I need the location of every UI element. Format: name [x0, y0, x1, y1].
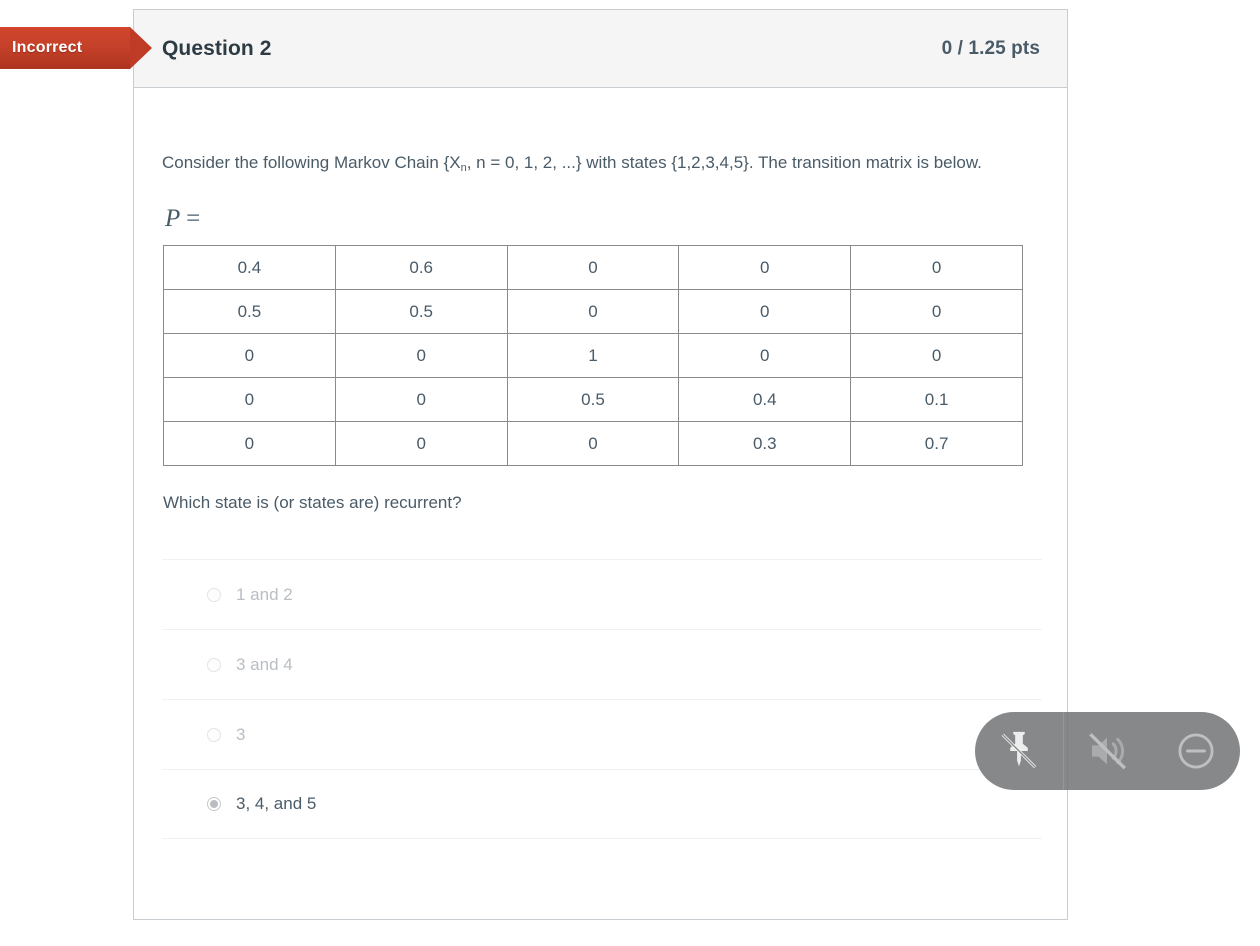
matrix-cell: 0	[506, 245, 680, 291]
matrix-cell: 0.7	[850, 421, 1023, 467]
matrix-row: 0.5 0.5 0 0 0	[163, 289, 1023, 335]
matrix-cell: 0.5	[163, 289, 336, 335]
sub-question-text: Which state is (or states are) recurrent…	[163, 493, 462, 513]
radio-button[interactable]	[207, 727, 221, 742]
matrix-cell: 0	[678, 333, 852, 379]
points-display: 0 / 1.25 pts	[941, 37, 1040, 59]
matrix-cell: 0.3	[678, 421, 852, 467]
status-badge-label: Incorrect	[12, 39, 83, 56]
matrix-label: P =	[165, 205, 1039, 233]
mute-button[interactable]	[1064, 712, 1152, 790]
matrix-cell: 0	[678, 245, 852, 291]
question-prompt: Consider the following Markov Chain {Xn,…	[162, 148, 1022, 177]
matrix-cell: 0	[850, 289, 1023, 335]
matrix-cell: 0	[334, 377, 508, 423]
answer-option[interactable]: 1 and 2	[162, 559, 1042, 629]
answer-option-label: 3 and 4	[236, 654, 293, 674]
matrix-cell: 0.1	[850, 377, 1023, 423]
floating-overlay-toolbar[interactable]	[975, 712, 1240, 790]
matrix-row: 0 0 0 0.3 0.7	[163, 421, 1023, 467]
page-title: Question 2	[162, 36, 272, 60]
matrix-cell: 0.5	[334, 289, 508, 335]
prompt-text-part1: Consider the following Markov Chain {X	[162, 153, 461, 172]
question-header: Question 2 0 / 1.25 pts	[134, 10, 1067, 88]
radio-button[interactable]	[207, 587, 221, 602]
answer-option[interactable]: 3, 4, and 5	[162, 769, 1042, 840]
transition-matrix-table: 0.4 0.6 0 0 0 0.5 0.5 0 0 0 0 0 1 0 0 0 0 0.5 0.4 0.1 0 0 0 0.3…	[163, 245, 1023, 467]
matrix-cell: 0	[163, 421, 336, 467]
matrix-cell: 0	[334, 421, 508, 467]
answer-option-label: 3, 4, and 5	[236, 794, 317, 814]
matrix-cell: 0	[506, 421, 680, 467]
answer-option-label: 1 and 2	[236, 584, 293, 604]
matrix-body: 0.4 0.6 0 0 0 0.5 0.5 0 0 0 0 0 1 0 0 0 0 0.5 0.4 0.1 0 0 0 0.3…	[163, 245, 1023, 467]
matrix-cell: 0	[163, 377, 336, 423]
answer-option-label: 3	[236, 724, 246, 744]
minimize-button[interactable]	[1152, 712, 1240, 790]
prompt-subscript: n	[460, 162, 467, 174]
matrix-cell: 0.4	[678, 377, 852, 423]
answer-option[interactable]: 3 and 4	[162, 629, 1042, 699]
status-badge-incorrect: Incorrect	[0, 27, 152, 69]
answer-option[interactable]: 3	[162, 699, 1042, 769]
matrix-symbol-p: P	[165, 205, 180, 233]
matrix-cell: 0.5	[506, 377, 680, 423]
prompt-text-part2: , n = 0, 1, 2, ...} with states {1,2,3,4…	[466, 153, 982, 172]
matrix-row: 0.4 0.6 0 0 0	[163, 245, 1023, 291]
unpin-icon	[1001, 731, 1037, 769]
matrix-cell: 0	[506, 289, 680, 335]
matrix-row: 00100	[163, 333, 1023, 379]
matrix-cell: 1	[506, 333, 680, 379]
minimize-icon	[1178, 733, 1214, 769]
matrix-row: 0 0 0.5 0.4 0.1	[163, 377, 1023, 423]
equals-sign: =	[186, 205, 201, 233]
matrix-cell: 0	[334, 333, 508, 379]
flag-arrow-point	[130, 27, 152, 69]
matrix-cell: 0.4	[163, 245, 336, 291]
answer-options-list: 1 and 2 3 and 4 3 3, 4, and 5	[162, 559, 1042, 840]
radio-button-selected[interactable]	[207, 797, 221, 812]
mute-icon	[1089, 732, 1126, 770]
question-card: Question 2 0 / 1.25 pts Consider the fol…	[133, 9, 1068, 920]
matrix-cell: 0	[163, 333, 336, 379]
radio-button[interactable]	[207, 657, 221, 672]
matrix-cell: 0	[850, 333, 1023, 379]
flag-body: Incorrect	[0, 27, 130, 69]
unpin-button[interactable]	[975, 712, 1063, 790]
matrix-cell: 0	[678, 289, 852, 335]
question-body: Consider the following Markov Chain {Xn,…	[134, 88, 1067, 840]
matrix-cell: 0	[850, 245, 1023, 291]
matrix-cell: 0.6	[334, 245, 508, 291]
